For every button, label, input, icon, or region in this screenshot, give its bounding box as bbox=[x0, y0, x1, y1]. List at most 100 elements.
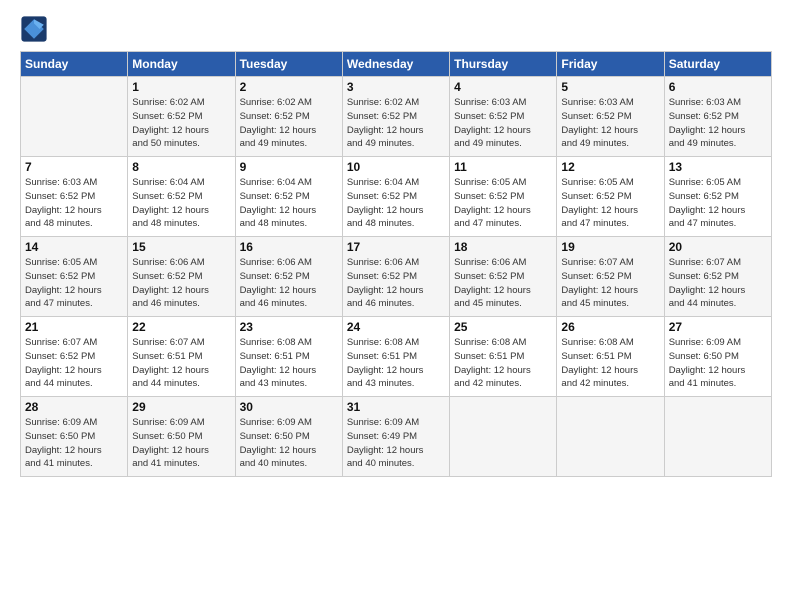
day-number: 9 bbox=[240, 160, 338, 174]
day-number: 26 bbox=[561, 320, 659, 334]
day-number: 1 bbox=[132, 80, 230, 94]
header-cell-thursday: Thursday bbox=[450, 52, 557, 77]
logo bbox=[20, 15, 52, 43]
calendar-cell bbox=[664, 397, 771, 477]
day-number: 10 bbox=[347, 160, 445, 174]
day-number: 22 bbox=[132, 320, 230, 334]
header-cell-wednesday: Wednesday bbox=[342, 52, 449, 77]
week-row-4: 21 Sunrise: 6:07 AM Sunset: 6:52 PM Dayli… bbox=[21, 317, 772, 397]
calendar-cell: 15 Sunrise: 6:06 AM Sunset: 6:52 PM Dayli… bbox=[128, 237, 235, 317]
day-info: Sunrise: 6:08 AM Sunset: 6:51 PM Dayligh… bbox=[454, 336, 552, 391]
calendar-cell: 30 Sunrise: 6:09 AM Sunset: 6:50 PM Dayli… bbox=[235, 397, 342, 477]
day-number: 25 bbox=[454, 320, 552, 334]
calendar-cell: 6 Sunrise: 6:03 AM Sunset: 6:52 PM Daylig… bbox=[664, 77, 771, 157]
day-number: 29 bbox=[132, 400, 230, 414]
day-info: Sunrise: 6:03 AM Sunset: 6:52 PM Dayligh… bbox=[454, 96, 552, 151]
calendar-cell: 28 Sunrise: 6:09 AM Sunset: 6:50 PM Dayli… bbox=[21, 397, 128, 477]
calendar-table: SundayMondayTuesdayWednesdayThursdayFrid… bbox=[20, 51, 772, 477]
header-row: SundayMondayTuesdayWednesdayThursdayFrid… bbox=[21, 52, 772, 77]
day-number: 28 bbox=[25, 400, 123, 414]
day-info: Sunrise: 6:07 AM Sunset: 6:52 PM Dayligh… bbox=[561, 256, 659, 311]
header-cell-friday: Friday bbox=[557, 52, 664, 77]
day-info: Sunrise: 6:02 AM Sunset: 6:52 PM Dayligh… bbox=[240, 96, 338, 151]
day-number: 5 bbox=[561, 80, 659, 94]
week-row-3: 14 Sunrise: 6:05 AM Sunset: 6:52 PM Dayli… bbox=[21, 237, 772, 317]
day-info: Sunrise: 6:06 AM Sunset: 6:52 PM Dayligh… bbox=[132, 256, 230, 311]
calendar-cell: 5 Sunrise: 6:03 AM Sunset: 6:52 PM Daylig… bbox=[557, 77, 664, 157]
day-number: 3 bbox=[347, 80, 445, 94]
day-number: 30 bbox=[240, 400, 338, 414]
day-number: 15 bbox=[132, 240, 230, 254]
header-cell-tuesday: Tuesday bbox=[235, 52, 342, 77]
header-cell-saturday: Saturday bbox=[664, 52, 771, 77]
calendar-cell: 18 Sunrise: 6:06 AM Sunset: 6:52 PM Dayli… bbox=[450, 237, 557, 317]
day-info: Sunrise: 6:03 AM Sunset: 6:52 PM Dayligh… bbox=[561, 96, 659, 151]
day-info: Sunrise: 6:07 AM Sunset: 6:51 PM Dayligh… bbox=[132, 336, 230, 391]
day-number: 2 bbox=[240, 80, 338, 94]
day-number: 13 bbox=[669, 160, 767, 174]
day-number: 8 bbox=[132, 160, 230, 174]
day-info: Sunrise: 6:02 AM Sunset: 6:52 PM Dayligh… bbox=[347, 96, 445, 151]
calendar-cell: 26 Sunrise: 6:08 AM Sunset: 6:51 PM Dayli… bbox=[557, 317, 664, 397]
calendar-cell bbox=[450, 397, 557, 477]
calendar-cell: 2 Sunrise: 6:02 AM Sunset: 6:52 PM Daylig… bbox=[235, 77, 342, 157]
day-number: 27 bbox=[669, 320, 767, 334]
calendar-cell: 14 Sunrise: 6:05 AM Sunset: 6:52 PM Dayli… bbox=[21, 237, 128, 317]
logo-icon bbox=[20, 15, 48, 43]
day-number: 31 bbox=[347, 400, 445, 414]
calendar-cell: 27 Sunrise: 6:09 AM Sunset: 6:50 PM Dayli… bbox=[664, 317, 771, 397]
calendar-header: SundayMondayTuesdayWednesdayThursdayFrid… bbox=[21, 52, 772, 77]
calendar-cell: 22 Sunrise: 6:07 AM Sunset: 6:51 PM Dayli… bbox=[128, 317, 235, 397]
day-info: Sunrise: 6:08 AM Sunset: 6:51 PM Dayligh… bbox=[240, 336, 338, 391]
day-info: Sunrise: 6:05 AM Sunset: 6:52 PM Dayligh… bbox=[561, 176, 659, 231]
calendar-cell: 12 Sunrise: 6:05 AM Sunset: 6:52 PM Dayli… bbox=[557, 157, 664, 237]
day-info: Sunrise: 6:05 AM Sunset: 6:52 PM Dayligh… bbox=[454, 176, 552, 231]
day-number: 18 bbox=[454, 240, 552, 254]
day-info: Sunrise: 6:05 AM Sunset: 6:52 PM Dayligh… bbox=[669, 176, 767, 231]
calendar-cell bbox=[21, 77, 128, 157]
day-info: Sunrise: 6:07 AM Sunset: 6:52 PM Dayligh… bbox=[25, 336, 123, 391]
calendar-cell: 19 Sunrise: 6:07 AM Sunset: 6:52 PM Dayli… bbox=[557, 237, 664, 317]
day-info: Sunrise: 6:09 AM Sunset: 6:49 PM Dayligh… bbox=[347, 416, 445, 471]
calendar-cell: 24 Sunrise: 6:08 AM Sunset: 6:51 PM Dayli… bbox=[342, 317, 449, 397]
day-info: Sunrise: 6:05 AM Sunset: 6:52 PM Dayligh… bbox=[25, 256, 123, 311]
calendar-cell: 25 Sunrise: 6:08 AM Sunset: 6:51 PM Dayli… bbox=[450, 317, 557, 397]
day-info: Sunrise: 6:06 AM Sunset: 6:52 PM Dayligh… bbox=[454, 256, 552, 311]
calendar-cell: 16Sunrise: 6:06 AM Sunset: 6:52 PM Dayli… bbox=[235, 237, 342, 317]
week-row-2: 7Sunrise: 6:03 AM Sunset: 6:52 PM Daylig… bbox=[21, 157, 772, 237]
day-number: 16 bbox=[240, 240, 338, 254]
day-info: Sunrise: 6:02 AM Sunset: 6:52 PM Dayligh… bbox=[132, 96, 230, 151]
day-number: 23 bbox=[240, 320, 338, 334]
day-number: 21 bbox=[25, 320, 123, 334]
page: SundayMondayTuesdayWednesdayThursdayFrid… bbox=[0, 0, 792, 612]
day-info: Sunrise: 6:03 AM Sunset: 6:52 PM Dayligh… bbox=[669, 96, 767, 151]
day-info: Sunrise: 6:04 AM Sunset: 6:52 PM Dayligh… bbox=[240, 176, 338, 231]
header-cell-sunday: Sunday bbox=[21, 52, 128, 77]
day-info: Sunrise: 6:09 AM Sunset: 6:50 PM Dayligh… bbox=[240, 416, 338, 471]
day-info: Sunrise: 6:08 AM Sunset: 6:51 PM Dayligh… bbox=[347, 336, 445, 391]
calendar-cell: 1 Sunrise: 6:02 AM Sunset: 6:52 PM Daylig… bbox=[128, 77, 235, 157]
day-number: 6 bbox=[669, 80, 767, 94]
day-info: Sunrise: 6:07 AM Sunset: 6:52 PM Dayligh… bbox=[669, 256, 767, 311]
day-info: Sunrise: 6:03 AM Sunset: 6:52 PM Dayligh… bbox=[25, 176, 123, 231]
day-number: 4 bbox=[454, 80, 552, 94]
header bbox=[20, 15, 772, 43]
day-number: 24 bbox=[347, 320, 445, 334]
calendar-cell: 10Sunrise: 6:04 AM Sunset: 6:52 PM Dayli… bbox=[342, 157, 449, 237]
week-row-5: 28 Sunrise: 6:09 AM Sunset: 6:50 PM Dayli… bbox=[21, 397, 772, 477]
day-number: 20 bbox=[669, 240, 767, 254]
day-number: 14 bbox=[25, 240, 123, 254]
day-number: 19 bbox=[561, 240, 659, 254]
calendar-cell: 21 Sunrise: 6:07 AM Sunset: 6:52 PM Dayli… bbox=[21, 317, 128, 397]
calendar-cell: 7Sunrise: 6:03 AM Sunset: 6:52 PM Daylig… bbox=[21, 157, 128, 237]
day-number: 12 bbox=[561, 160, 659, 174]
week-row-1: 1 Sunrise: 6:02 AM Sunset: 6:52 PM Daylig… bbox=[21, 77, 772, 157]
day-info: Sunrise: 6:09 AM Sunset: 6:50 PM Dayligh… bbox=[132, 416, 230, 471]
calendar-cell: 4 Sunrise: 6:03 AM Sunset: 6:52 PM Daylig… bbox=[450, 77, 557, 157]
day-info: Sunrise: 6:09 AM Sunset: 6:50 PM Dayligh… bbox=[25, 416, 123, 471]
day-info: Sunrise: 6:08 AM Sunset: 6:51 PM Dayligh… bbox=[561, 336, 659, 391]
calendar-body: 1 Sunrise: 6:02 AM Sunset: 6:52 PM Daylig… bbox=[21, 77, 772, 477]
day-info: Sunrise: 6:06 AM Sunset: 6:52 PM Dayligh… bbox=[347, 256, 445, 311]
header-cell-monday: Monday bbox=[128, 52, 235, 77]
day-info: Sunrise: 6:09 AM Sunset: 6:50 PM Dayligh… bbox=[669, 336, 767, 391]
